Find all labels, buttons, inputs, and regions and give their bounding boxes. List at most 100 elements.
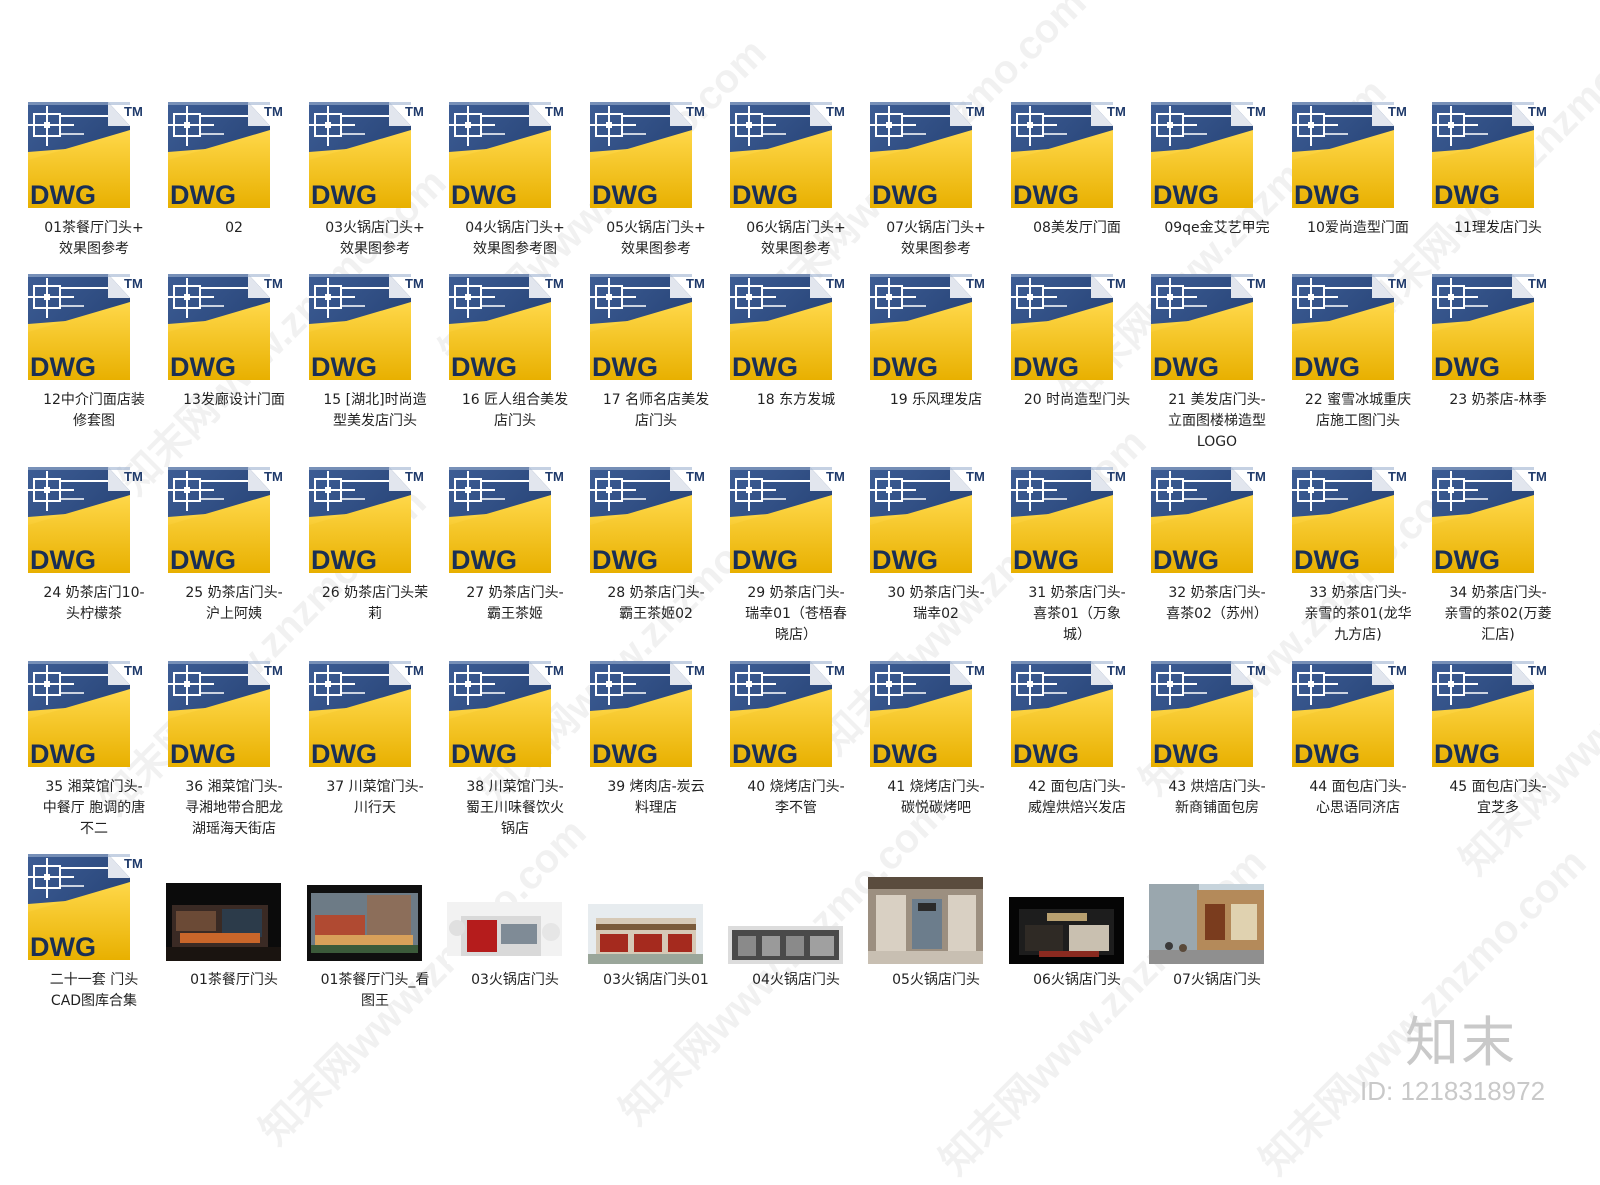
file-name-label: 04火锅店门头+ 效果图参考图 — [465, 220, 565, 257]
svg-text:DWG: DWG — [872, 180, 938, 210]
image-thumbnail — [1009, 897, 1124, 964]
svg-text:DWG: DWG — [30, 739, 96, 769]
image-thumbnail — [588, 904, 703, 964]
svg-text:TM: TM — [966, 663, 985, 678]
svg-text:TM: TM — [686, 276, 705, 291]
svg-text:TM: TM — [1388, 469, 1407, 484]
brand-logo: 知末 — [1405, 1011, 1517, 1074]
file-name-label: 42 面包店门头- 威煌烘焙兴发店 — [1028, 779, 1126, 816]
svg-text:DWG: DWG — [592, 739, 658, 769]
svg-text:TM: TM — [826, 663, 845, 678]
svg-text:TM: TM — [826, 469, 845, 484]
file-name-label: 29 奶茶店门头- 瑞幸01（苍梧春 晓店） — [745, 585, 847, 643]
file-name-label: 30 奶茶店门头- 瑞幸02 — [887, 585, 985, 622]
file-name-label: 11理发店门头 — [1454, 220, 1542, 236]
svg-text:DWG: DWG — [170, 352, 236, 382]
file-name-label: 43 烘焙店门头- 新商铺面包房 — [1168, 779, 1266, 816]
svg-text:DWG: DWG — [732, 545, 798, 575]
file-name-label: 27 奶茶店门头- 霸王茶姬 — [466, 585, 564, 622]
svg-text:DWG: DWG — [1434, 739, 1500, 769]
svg-text:TM: TM — [405, 469, 424, 484]
svg-text:DWG: DWG — [451, 739, 517, 769]
image-thumbnail — [728, 926, 843, 964]
svg-text:TM: TM — [966, 104, 985, 119]
image-thumbnail — [166, 883, 281, 961]
svg-text:DWG: DWG — [1294, 352, 1360, 382]
svg-text:DWG: DWG — [732, 739, 798, 769]
file-name-label: 06火锅店门头 — [1033, 972, 1121, 988]
file-name-label: 38 川菜馆门头- 蜀王川味餐饮火 锅店 — [466, 779, 564, 837]
svg-text:DWG: DWG — [1153, 352, 1219, 382]
svg-text:DWG: DWG — [592, 545, 658, 575]
svg-text:TM: TM — [686, 469, 705, 484]
svg-text:TM: TM — [966, 276, 985, 291]
svg-text:DWG: DWG — [30, 352, 96, 382]
file-name-label: 04火锅店门头 — [752, 972, 840, 988]
file-name-label: 40 烧烤店门头- 李不管 — [747, 779, 845, 816]
svg-text:DWG: DWG — [732, 180, 798, 210]
svg-text:DWG: DWG — [872, 739, 938, 769]
svg-text:TM: TM — [1528, 469, 1547, 484]
svg-text:TM: TM — [1247, 104, 1266, 119]
svg-text:TM: TM — [966, 469, 985, 484]
file-name-label: 03火锅店门头 — [471, 972, 559, 988]
svg-text:DWG: DWG — [170, 739, 236, 769]
image-thumbnail — [868, 877, 983, 964]
svg-text:DWG: DWG — [311, 180, 377, 210]
file-name-label: 09qe金艾艺甲完 — [1164, 220, 1270, 236]
svg-text:TM: TM — [1247, 469, 1266, 484]
svg-text:TM: TM — [826, 276, 845, 291]
svg-text:TM: TM — [405, 276, 424, 291]
file-name-label: 15 [湖北]时尚造 型美发店门头 — [323, 392, 427, 429]
svg-text:DWG: DWG — [1434, 180, 1500, 210]
svg-text:DWG: DWG — [1294, 180, 1360, 210]
file-name-label: 17 名师名店美发 店门头 — [602, 392, 710, 429]
svg-text:DWG: DWG — [1294, 739, 1360, 769]
svg-text:DWG: DWG — [451, 352, 517, 382]
svg-text:DWG: DWG — [311, 352, 377, 382]
svg-text:TM: TM — [1107, 276, 1126, 291]
file-grid: TM DWG 01茶餐厅门头+ 效果图参考 TM DWG 02 TM DWG 0… — [0, 0, 1600, 1131]
file-name-label: 41 烧烤店门头- 碳悦碳烤吧 — [887, 779, 985, 816]
file-name-label: 25 奶茶店门头- 沪上阿姨 — [185, 585, 283, 622]
file-name-label: 36 湘菜馆门头- 寻湘地带合肥龙 湖瑶海天街店 — [185, 779, 283, 837]
file-name-label: 44 面包店门头- 心思语同济店 — [1309, 779, 1407, 816]
file-name-label: 03火锅店门头+ 效果图参考 — [325, 220, 425, 257]
file-name-label: 23 奶茶店-林季 — [1449, 392, 1547, 408]
file-name-label: 33 奶茶店门头- 亲雪的茶01(龙华 九方店) — [1304, 585, 1412, 643]
file-name-label: 39 烤肉店-炭云 料理店 — [607, 779, 705, 816]
file-name-label: 01茶餐厅门头+ 效果图参考 — [44, 220, 144, 257]
svg-text:DWG: DWG — [311, 545, 377, 575]
svg-text:DWG: DWG — [1153, 180, 1219, 210]
file-name-label: 05火锅店门头 — [892, 972, 980, 988]
svg-text:DWG: DWG — [592, 352, 658, 382]
svg-text:TM: TM — [264, 276, 283, 291]
file-name-label: 26 奶茶店门头茉 莉 — [321, 585, 429, 622]
file-name-label: 13发廊设计门面 — [183, 392, 285, 408]
svg-text:DWG: DWG — [872, 352, 938, 382]
file-name-label: 10爱尚造型门面 — [1307, 220, 1409, 236]
svg-text:DWG: DWG — [1013, 545, 1079, 575]
svg-text:TM: TM — [1107, 469, 1126, 484]
file-name-label: 18 东方发城 — [756, 392, 836, 408]
svg-text:DWG: DWG — [592, 180, 658, 210]
svg-text:TM: TM — [1247, 276, 1266, 291]
svg-text:TM: TM — [1247, 663, 1266, 678]
svg-text:TM: TM — [1388, 663, 1407, 678]
file-name-label: 07火锅店门头+ 效果图参考 — [886, 220, 986, 257]
svg-text:TM: TM — [124, 104, 143, 119]
svg-text:TM: TM — [545, 104, 564, 119]
file-name-label: 32 奶茶店门头- 喜茶02（苏州） — [1166, 585, 1268, 622]
file-name-label: 02 — [225, 220, 243, 236]
svg-text:TM: TM — [1388, 276, 1407, 291]
file-name-label: 二十一套 门头 CAD图库合集 — [49, 972, 139, 1009]
svg-text:TM: TM — [686, 104, 705, 119]
svg-text:TM: TM — [1528, 104, 1547, 119]
svg-text:TM: TM — [545, 469, 564, 484]
file-name-label: 28 奶茶店门头- 霸王茶姬02 — [607, 585, 705, 622]
file-name-label: 16 匠人组合美发 店门头 — [461, 392, 569, 429]
svg-text:DWG: DWG — [30, 545, 96, 575]
file-name-label: 45 面包店门头- 宜芝多 — [1449, 779, 1547, 816]
file-name-label: 05火锅店门头+ 效果图参考 — [606, 220, 706, 257]
file-name-label: 07火锅店门头 — [1173, 972, 1261, 988]
